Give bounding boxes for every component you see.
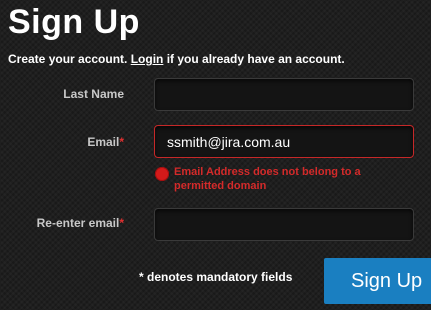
- sign-up-button[interactable]: Sign Up: [324, 258, 431, 304]
- intro-text: Create your account. Login if you alread…: [8, 52, 345, 66]
- mandatory-note: * denotes mandatory fields: [139, 270, 293, 284]
- email-field[interactable]: [154, 125, 414, 158]
- reenter-email-label-text: Re-enter email: [36, 216, 120, 230]
- email-label: Email*: [4, 135, 124, 149]
- error-icon: [155, 167, 169, 181]
- last-name-label-text: Last Name: [63, 87, 124, 101]
- page-title: Sign Up: [8, 3, 140, 41]
- reenter-email-field[interactable]: [154, 208, 414, 241]
- email-required-marker: *: [119, 135, 124, 149]
- reenter-email-required-marker: *: [119, 216, 124, 230]
- email-label-text: Email: [87, 135, 120, 149]
- email-error-text: Email Address does not belong to a permi…: [174, 166, 361, 192]
- last-name-label: Last Name: [4, 87, 124, 101]
- last-name-field[interactable]: [154, 78, 414, 111]
- intro-suffix: if you already have an account.: [163, 52, 345, 66]
- intro-prefix: Create your account.: [8, 52, 131, 66]
- login-link[interactable]: Login: [131, 52, 164, 66]
- reenter-email-label: Re-enter email*: [4, 216, 124, 230]
